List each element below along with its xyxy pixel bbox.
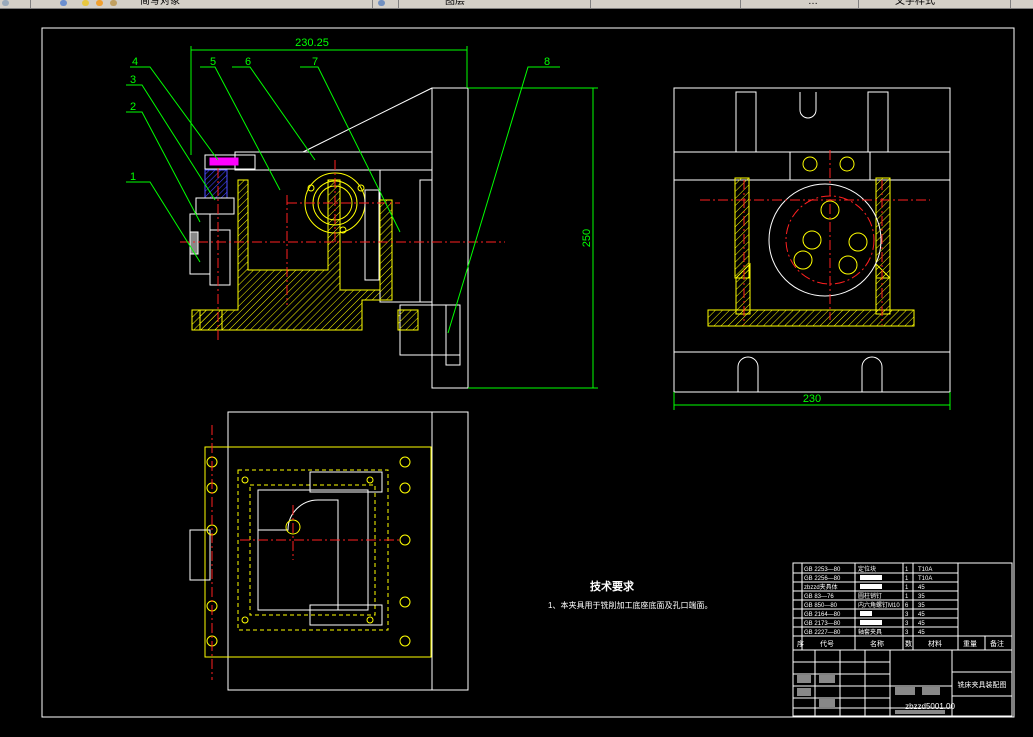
toolbar-separator [858,0,859,8]
bom-header-name: 名称 [870,639,884,648]
bulb-icon[interactable] [82,0,89,6]
toolbar-separator [590,0,591,8]
dim-top-width: 230.25 [295,37,329,49]
bom-row-mat: T10A [918,567,932,573]
bom-row-name: 轴套夹具 [858,628,882,636]
bom-row-code: GB 83—76 [804,594,834,600]
side-view [673,87,951,410]
properties-icon[interactable] [378,0,385,6]
bom-row-qty: 1 [905,585,909,591]
sun-icon[interactable] [96,0,103,6]
bom-row: GB 83—76 圆柱销钉 1 35 [804,592,925,600]
bom-row-code: GB 2227—80 [804,630,841,636]
bom-header-code: 代号 [820,639,834,648]
bom-header-note: 备注 [990,639,1004,648]
drawing-canvas[interactable]: 230.25 250 1 2 3 4 5 6 7 8 230 技术要求 1、本夹… [0,9,1033,732]
bom-row-qty: 3 [905,630,909,636]
color-dropdown[interactable]: 图层 [445,0,465,8]
bom-row-name: 定位块 [858,565,876,573]
cad-drawing[interactable]: 230.25 250 1 2 3 4 5 6 7 8 230 技术要求 1、本夹… [0,9,1033,732]
part-label-8: 8 [544,56,550,68]
drawing-number: zbzzd5001.00 [905,702,955,711]
part-label-3: 3 [130,74,136,86]
part-label-2: 2 [130,101,136,113]
bom-row-qty: 3 [905,612,909,618]
toolbar-separator [1010,0,1011,8]
toolbar-separator [372,0,373,8]
top-view [189,411,469,691]
bom-row-qty: 3 [905,621,909,627]
dim-height: 250 [581,229,593,247]
lock-icon[interactable] [110,0,117,6]
bom-row-mat: T10A [918,576,932,582]
bom-row-mat: 45 [918,630,925,636]
textstyle-dropdown[interactable]: 文字样式 [895,0,935,8]
drawing-title: 铣床夹具装配图 [958,680,1007,689]
toolbar: 简写对象 图层 … 文字样式 [0,0,1033,9]
bom-row-code: GB 2253—80 [804,567,841,573]
window-icon[interactable] [2,0,9,6]
bom-row: GB 850—80 内六角螺钉M10 6 35 [804,601,925,609]
bom-row: zbzzd夹具体 1 45 [804,583,925,591]
layer-dropdown[interactable]: 简写对象 [140,0,180,8]
bom-row-qty: 1 [905,576,909,582]
bom-row-code: GB 2173—80 [804,621,841,627]
linetype-dropdown[interactable]: … [808,0,818,8]
bom-row-mat: 35 [918,603,925,609]
bom-row-code: zbzzd夹具体 [804,583,838,591]
bom-row: GB 2173—80 3 45 [804,620,925,627]
toolbar-separator [30,0,31,8]
tech-req-line1: 1、本夹具用于铣削加工底座底面及孔口端面。 [548,600,712,610]
bom-row-mat: 45 [918,612,925,618]
bom-header-weight: 重量 [963,640,977,648]
toolbar-separator [740,0,741,8]
bom-row-code: GB 2164—80 [804,612,841,618]
bom-header-seq: 序 [797,639,804,648]
bom-row-qty: 6 [905,603,909,609]
bom-row-mat: 45 [918,621,925,627]
bom-row-qty: 1 [905,594,909,600]
bom-row-name: 内六角螺钉M10 [858,601,900,609]
layer-icon[interactable] [60,0,67,6]
bom-row-code: GB 850—80 [804,603,838,609]
bom-row-qty: 1 [905,567,909,573]
part-label-4: 4 [132,56,138,68]
dim-right-width: 230 [803,393,821,405]
bom-row-name: 圆柱销钉 [858,592,882,600]
toolbar-separator [398,0,399,8]
front-view [126,46,598,389]
bom-row: GB 2164—80 3 45 [804,611,925,618]
bom-row-mat: 35 [918,594,925,600]
part-label-1: 1 [130,171,136,183]
bom-header-mat: 材料 [928,639,942,648]
bom-row-code: GB 2256—80 [804,576,841,582]
bom-row: GB 2227—80 轴套夹具 3 45 [804,628,925,636]
tech-req-title: 技术要求 [590,579,635,593]
part-label-6: 6 [245,56,251,68]
part-label-7: 7 [312,56,318,68]
part-label-5: 5 [210,56,216,68]
bom-header-qty: 数 [905,639,912,648]
bom-row-mat: 45 [918,585,925,591]
